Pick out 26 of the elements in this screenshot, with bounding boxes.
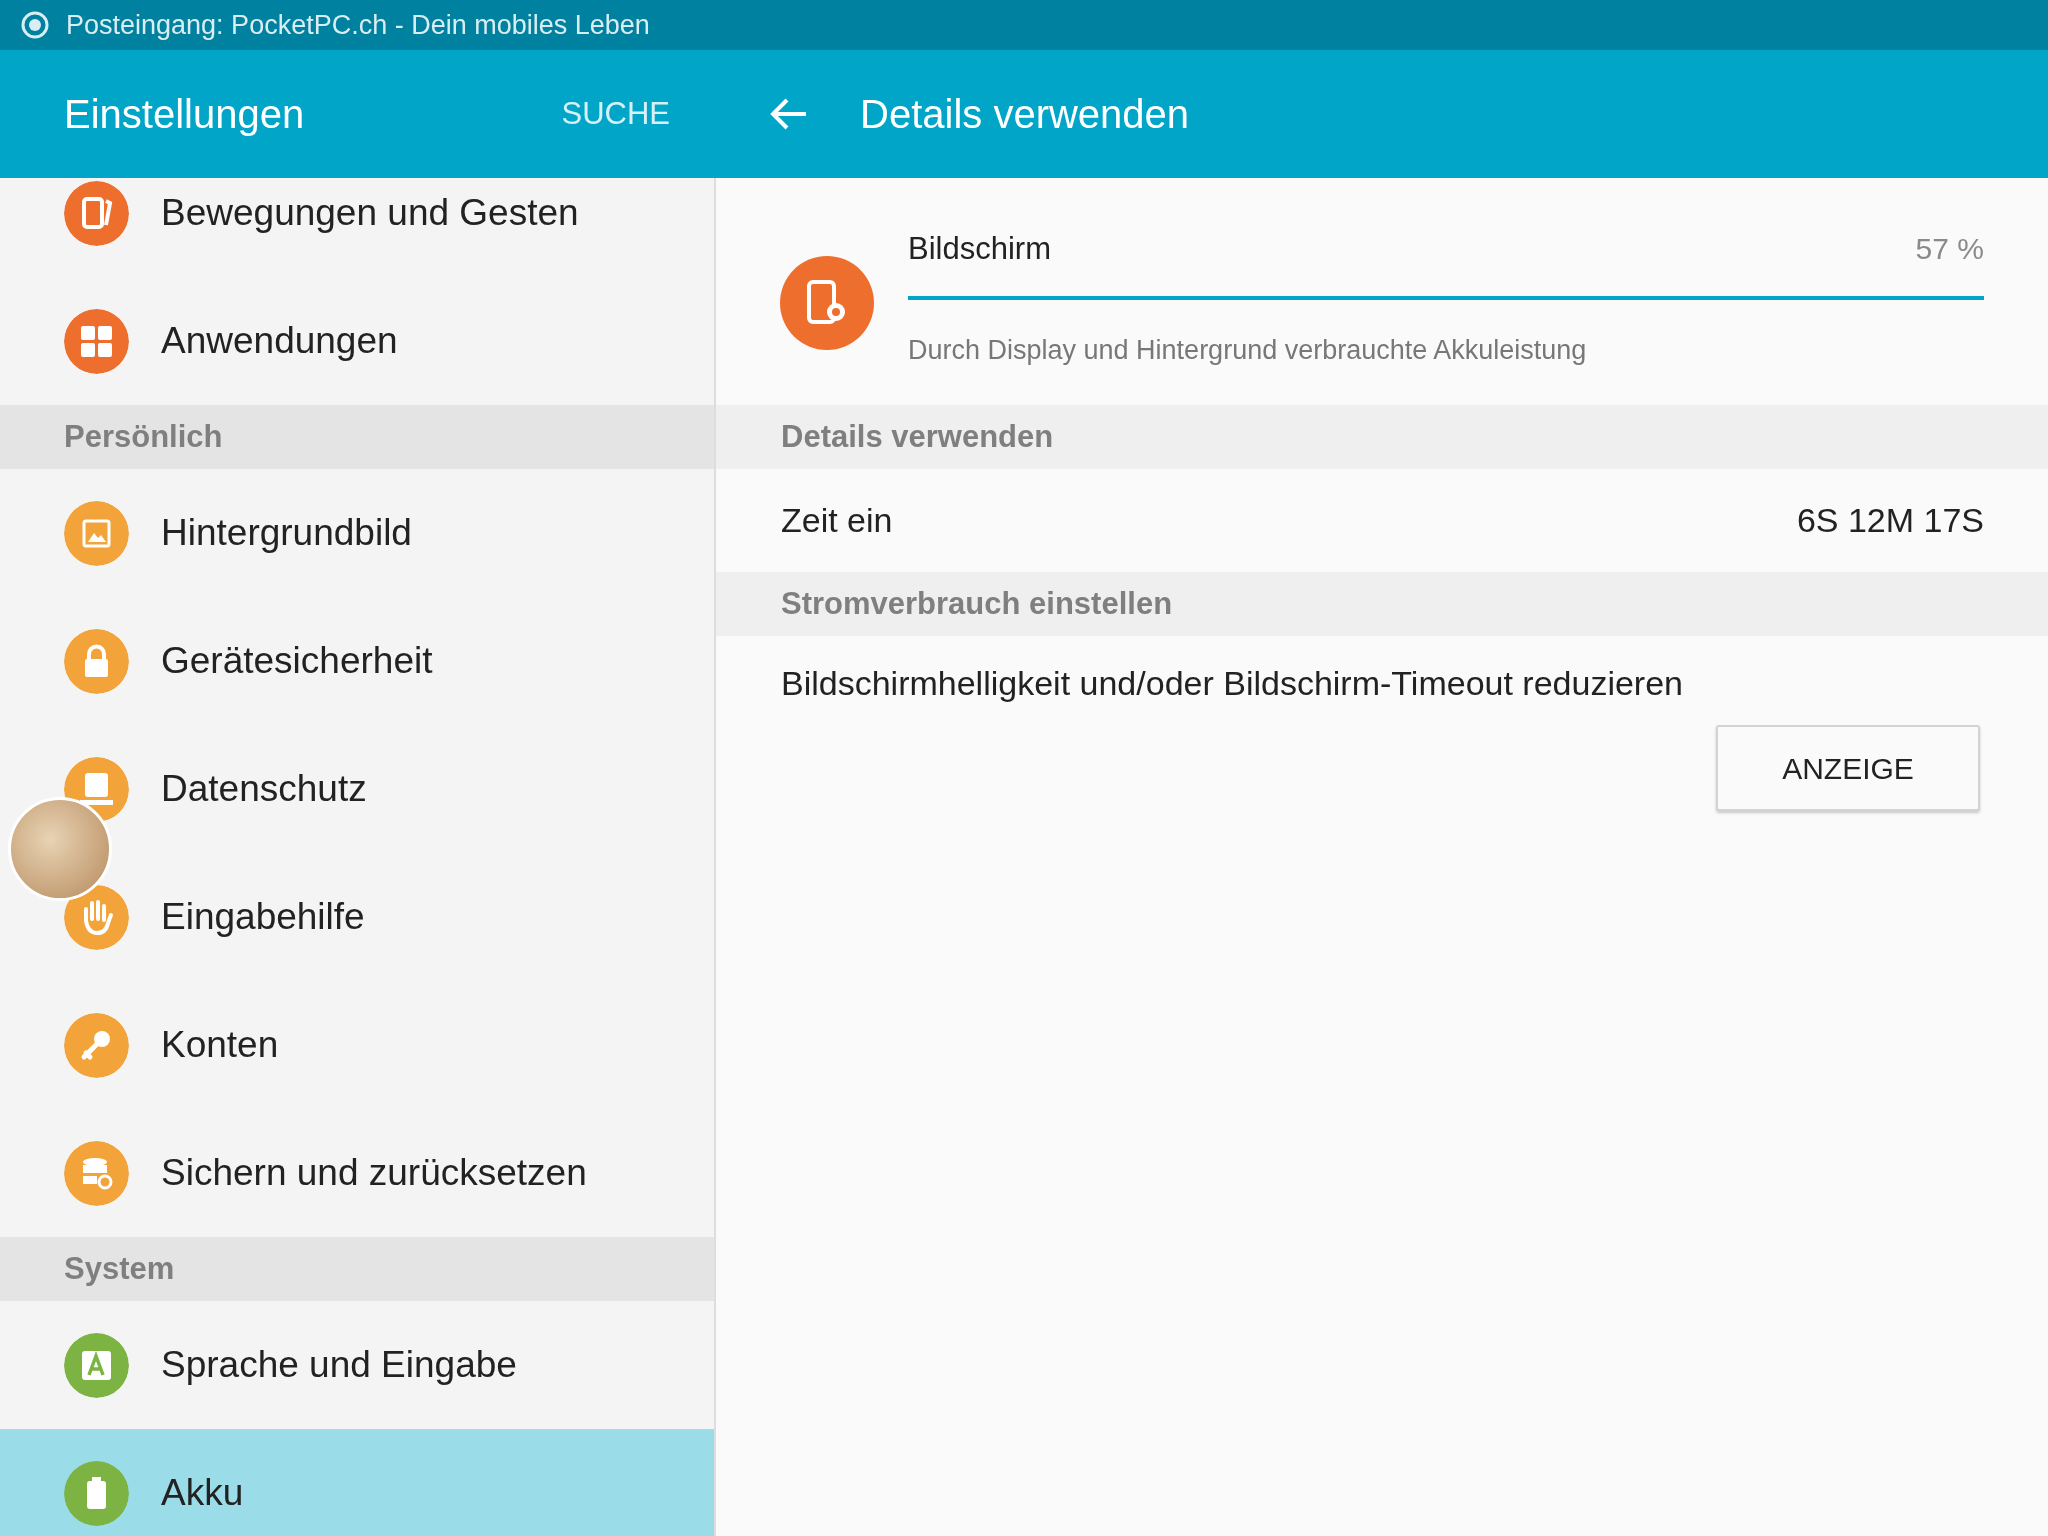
app-description: Durch Display und Hintergrund verbrauchte Akkuleistung (908, 334, 1588, 367)
notification-icon (20, 10, 50, 40)
settings-item[interactable]: Sprache und Eingabe (0, 1301, 714, 1429)
back-arrow-icon[interactable] (770, 97, 808, 131)
tip-text: Bildschirmhelligkeit und/oder Bildschirm-Timeout reduzieren (781, 663, 1684, 704)
settings-item[interactable]: Bewegungen und Gesten (0, 178, 714, 277)
settings-item[interactable]: Sichern und zurücksetzen (0, 1109, 714, 1237)
page-title: Details verwenden (860, 91, 1190, 138)
notification-text: Posteingang: PocketPC.ch - Dein mobiles Leben (66, 8, 650, 42)
section-header: Stromverbrauch einstellen (781, 584, 1173, 623)
usage-percent: 57 % (1915, 231, 1984, 267)
display-button[interactable]: ANZEIGE (1716, 725, 1980, 811)
settings-item[interactable]: Hintergrundbild (0, 469, 714, 597)
detail-value: 6S 12M 17S (1796, 500, 1984, 541)
section-header: Persönlich (64, 417, 223, 456)
section-header: Details verwenden (781, 417, 1054, 456)
section-header: System (64, 1249, 175, 1288)
detail-label: Zeit ein (781, 500, 893, 541)
settings-title: Einstellungen (64, 91, 305, 138)
screen-settings-icon (780, 256, 874, 350)
settings-item[interactable]: Konten (0, 981, 714, 1109)
settings-item[interactable]: Akku (0, 1429, 714, 1536)
settings-item[interactable]: Gerätesicherheit (0, 597, 714, 725)
settings-item[interactable]: Eingabehilfe (0, 853, 714, 981)
settings-item[interactable]: Anwendungen (0, 277, 714, 405)
app-name: Bildschirm (908, 230, 1051, 268)
